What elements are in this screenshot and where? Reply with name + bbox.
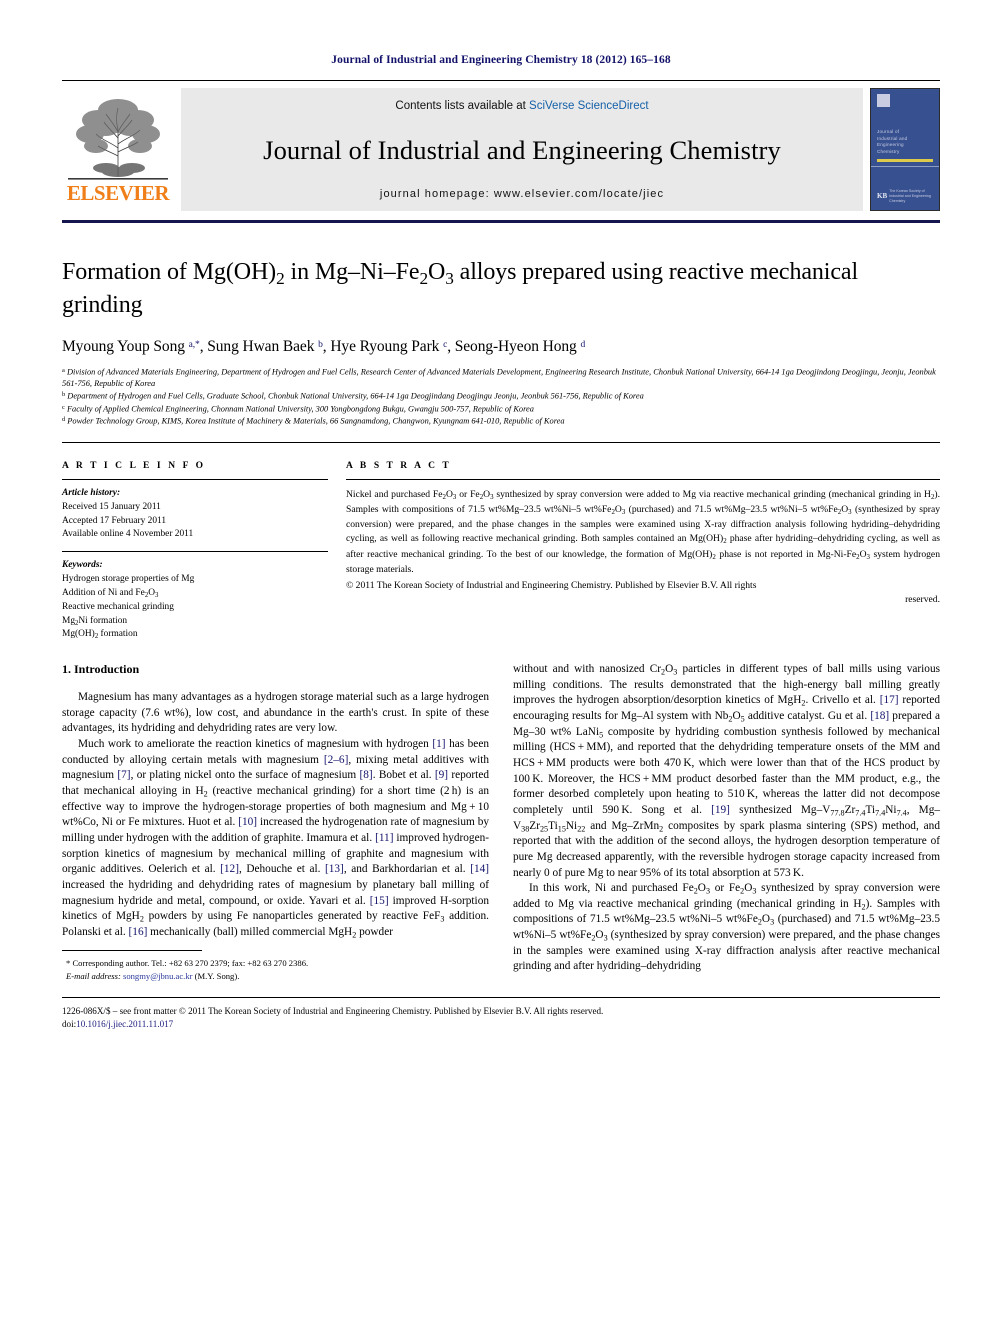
sciencedirect-link[interactable]: SciVerse ScienceDirect (529, 100, 649, 112)
corresponding-author-note: * Corresponding author. Tel.: +82 63 270… (66, 958, 309, 969)
header-rule (62, 80, 940, 81)
contents-available-line: Contents lists available at SciVerse Sci… (395, 100, 648, 112)
history-received: Received 15 January 2011 (62, 501, 161, 512)
paragraph: Magnesium has many advantages as a hydro… (62, 691, 489, 735)
affiliation-d: d Powder Technology Group, KIMS, Korea I… (62, 416, 565, 427)
email-label: E-mail address: (66, 970, 121, 981)
doi-value[interactable]: 10.1016/j.jiec.2011.11.017 (76, 1019, 173, 1029)
body-columns: 1. Introduction Magnesium has many advan… (62, 662, 940, 982)
affiliations: a Division of Advanced Materials Enginee… (62, 366, 940, 428)
info-top-rule (62, 442, 940, 444)
email-suffix: (M.Y. Song). (192, 970, 240, 981)
keywords-rule (62, 551, 328, 553)
paragraph: Much work to ameliorate the reaction kin… (62, 738, 490, 940)
cover-accent-bar (877, 158, 933, 162)
running-head: Journal of Industrial and Engineering Ch… (331, 54, 671, 66)
paragraph: In this work, Ni and purchased Fe2O3 or … (513, 882, 941, 973)
article-history-block: Article history: Received 15 January 201… (62, 487, 328, 542)
elsevier-tree-icon (68, 99, 168, 180)
colophon-line: 1226-086X/$ – see front matter © 2011 Th… (62, 1005, 604, 1016)
article-info-rule (62, 479, 328, 481)
affiliation-a: a Division of Advanced Materials Enginee… (62, 366, 936, 389)
affiliation-c: c Faculty of Applied Chemical Engineerin… (62, 403, 534, 414)
keyword-item: Addition of Ni and Fe2O3 (62, 587, 159, 599)
journal-homepage[interactable]: journal homepage: www.elsevier.com/locat… (380, 188, 664, 200)
keywords-block: Keywords: Hydrogen storage properties of… (62, 559, 328, 642)
paragraph: without and with nanosized Cr2O3 particl… (513, 663, 940, 879)
cover-divider (871, 165, 939, 167)
article-info-column: A R T I C L E I N F O Article history: R… (62, 461, 328, 642)
abstract-copyright: © 2011 The Korean Society of Industrial … (346, 579, 940, 607)
copyright-tail: reserved. (905, 594, 940, 606)
masthead-bottom-rule (62, 220, 940, 223)
intro-left-text: Magnesium has many advantages as a hydro… (62, 690, 489, 940)
cover-society-name: The Korean Society of Industrial and Eng… (889, 188, 931, 203)
masthead-center: Contents lists available at SciVerse Sci… (181, 88, 863, 211)
doi-label: doi: (62, 1019, 77, 1030)
abstract-heading: A B S T R A C T (346, 461, 452, 472)
history-accepted: Accepted 17 February 2011 (62, 515, 167, 526)
cover-society-mark: KB (877, 192, 888, 201)
page-content: Journal of Industrial and Engineering Ch… (62, 0, 940, 1032)
keywords-label: Keywords: (62, 560, 103, 571)
cover-title-text: Journal of Industrial and Engineering Ch… (877, 129, 908, 154)
abstract-rule (346, 479, 940, 481)
cover-footer: KB The Korean Society of Industrial and … (877, 189, 939, 204)
cover-logo-box (877, 94, 890, 107)
article-page: Journal of Industrial and Engineering Ch… (0, 0, 992, 1323)
colophon-rule (62, 996, 940, 998)
info-abstract-row: A R T I C L E I N F O Article history: R… (62, 461, 940, 642)
body-column-left: 1. Introduction Magnesium has many advan… (62, 662, 489, 982)
intro-right-text: without and with nanosized Cr2O3 particl… (513, 662, 940, 975)
history-online: Available online 4 November 2011 (62, 529, 194, 540)
elsevier-wordmark: ELSEVIER (66, 181, 170, 205)
elsevier-logo: ELSEVIER (62, 88, 174, 211)
journal-title: Journal of Industrial and Engineering Ch… (263, 134, 781, 165)
keyword-item: Hydrogen storage properties of Mg (62, 574, 195, 585)
email-link[interactable]: songmy@jbnu.ac.kr (123, 971, 193, 981)
keyword-item: Mg(OH)2 formation (62, 629, 138, 641)
footnote-rule (62, 950, 202, 952)
footnotes: * Corresponding author. Tel.: +82 63 270… (62, 957, 489, 982)
article-history-label: Article history: (62, 488, 121, 499)
email-note: E-mail address: songmy@jbnu.ac.kr (M.Y. … (62, 970, 489, 983)
journal-masthead: ELSEVIER Contents lists available at Sci… (62, 88, 940, 211)
body-column-right: without and with nanosized Cr2O3 particl… (513, 662, 940, 982)
author-list: Myoung Youp Song a,*, Sung Hwan Baek b, … (62, 337, 586, 355)
article-info-heading: A R T I C L E I N F O (62, 461, 206, 472)
copyright-text: © 2011 The Korean Society of Industrial … (346, 579, 757, 591)
contents-prefix: Contents lists available at (395, 100, 530, 112)
section-heading-introduction: 1. Introduction (62, 662, 140, 677)
colophon: 1226-086X/$ – see front matter © 2011 Th… (62, 1005, 940, 1032)
page-title: Formation of Mg(OH)2 in Mg–Ni–Fe2O3 allo… (62, 259, 859, 318)
doi-line: doi:10.1016/j.jiec.2011.11.017 (62, 1018, 940, 1032)
keyword-item: Reactive mechanical grinding (62, 601, 174, 612)
abstract-column: A B S T R A C T Nickel and purchased Fe2… (346, 461, 940, 642)
abstract-body: Nickel and purchased Fe2O3 or Fe2O3 synt… (346, 489, 941, 575)
journal-cover-thumbnail: Journal of Industrial and Engineering Ch… (870, 88, 940, 211)
affiliation-b: b Department of Hydrogen and Fuel Cells,… (62, 391, 644, 401)
keyword-item: Mg2Ni formation (62, 615, 128, 627)
